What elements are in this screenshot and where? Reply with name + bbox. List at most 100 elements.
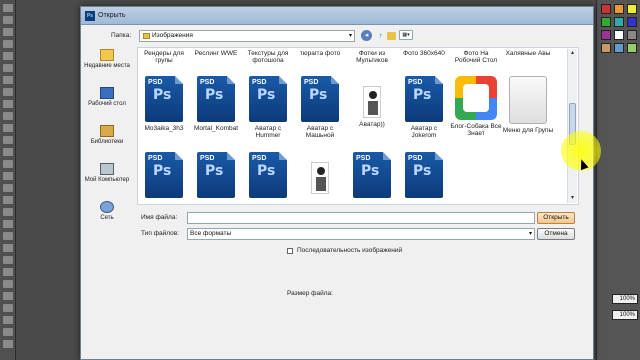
place-desktop[interactable]: Рабочий стол <box>83 85 131 123</box>
file-item[interactable]: Блог-Собака Все Знает <box>450 76 502 139</box>
tool-icon[interactable] <box>3 208 13 216</box>
tool-icon[interactable] <box>3 328 13 336</box>
color-swatch[interactable] <box>601 4 611 14</box>
tool-icon[interactable] <box>3 232 13 240</box>
color-swatch[interactable] <box>601 17 611 27</box>
file-item[interactable]: PSD Ps Аватар с Машьной <box>294 76 346 139</box>
tool-icon[interactable] <box>3 28 13 36</box>
tool-icon[interactable] <box>3 184 13 192</box>
folder-item[interactable]: Реслинг WWE <box>190 50 242 64</box>
place-label: Сеть <box>100 215 114 221</box>
color-swatch[interactable] <box>614 30 624 40</box>
folder-item[interactable]: Фотки из Мультиков <box>346 50 398 64</box>
network-icon <box>100 201 114 213</box>
file-item[interactable]: Аватар)) <box>346 76 398 139</box>
tool-icon[interactable] <box>3 172 13 180</box>
open-button[interactable]: Открыть <box>537 212 575 224</box>
file-item[interactable]: PSD Ps Аватар с Jokerom <box>398 76 450 139</box>
folder-item[interactable]: Текстуры для фотошопа <box>242 50 294 64</box>
opacity-field[interactable]: 100% <box>612 294 638 304</box>
color-swatch[interactable] <box>614 43 624 53</box>
vertical-scrollbar[interactable]: ▴ ▾ <box>567 49 577 203</box>
tool-icon[interactable] <box>3 4 13 12</box>
file-item[interactable]: PSD Ps Аватар с Hummer <box>242 76 294 139</box>
file-item[interactable]: PSD Ps <box>190 152 242 198</box>
open-file-dialog: Ps Открыть Папка: Изображения ▾ ◂ ↑ ▦▾ Н… <box>80 6 601 360</box>
cancel-button[interactable]: Отмена <box>537 228 575 240</box>
image-sequence-checkbox[interactable] <box>287 247 293 254</box>
folder-value: Изображения <box>152 32 193 39</box>
tool-icon[interactable] <box>3 292 13 300</box>
folder-row: Папка: Изображения ▾ ◂ ↑ ▦▾ <box>81 29 593 43</box>
tool-icon[interactable] <box>3 304 13 312</box>
color-swatch[interactable] <box>601 30 611 40</box>
tool-icon[interactable] <box>3 340 13 348</box>
folder-item[interactable]: Фото На Робочий Стол <box>450 50 502 64</box>
image-sequence-option[interactable]: Последовательность изображений <box>287 247 402 254</box>
folder-dropdown[interactable]: Изображения ▾ <box>139 30 355 42</box>
back-button[interactable]: ◂ <box>361 30 372 41</box>
color-swatch[interactable] <box>627 4 637 14</box>
tool-icon[interactable] <box>3 244 13 252</box>
dialog-title-bar[interactable]: Ps Открыть <box>81 7 593 25</box>
file-item[interactable] <box>294 152 346 198</box>
tool-icon[interactable] <box>3 148 13 156</box>
place-libraries[interactable]: Библиотеки <box>83 123 131 161</box>
color-swatch[interactable] <box>614 4 624 14</box>
file-item[interactable]: Меню для Групы <box>502 76 554 139</box>
folder-item[interactable]: Рендеры для групы <box>138 50 190 64</box>
tool-icon[interactable] <box>3 112 13 120</box>
tool-icon[interactable] <box>3 88 13 96</box>
tool-icon[interactable] <box>3 280 13 288</box>
color-swatch[interactable] <box>627 30 637 40</box>
folder-label: Папка: <box>111 32 132 39</box>
color-swatch[interactable] <box>601 43 611 53</box>
filetype-dropdown[interactable]: Все форматы ▾ <box>187 228 535 240</box>
tool-icon[interactable] <box>3 256 13 264</box>
tool-icon[interactable] <box>3 316 13 324</box>
folder-item[interactable]: тюрагга фото <box>294 50 346 64</box>
place-label: Недавние места <box>84 63 130 69</box>
file-item[interactable]: PSD Ps <box>138 152 190 198</box>
chevron-down-icon: ▾ <box>348 33 352 39</box>
file-item[interactable]: PSD Ps <box>346 152 398 198</box>
tool-icon[interactable] <box>3 16 13 24</box>
file-size-label: Размер файла: <box>287 290 333 297</box>
filename-input[interactable] <box>187 212 535 224</box>
tool-icon[interactable] <box>3 52 13 60</box>
tool-icon[interactable] <box>3 76 13 84</box>
file-item[interactable]: PSD Ps <box>398 152 450 198</box>
folder-item[interactable]: Халявные Авы <box>502 50 554 64</box>
color-swatch[interactable] <box>627 17 637 27</box>
up-folder-button[interactable]: ↑ <box>375 30 386 41</box>
tool-icon[interactable] <box>3 100 13 108</box>
tool-icon[interactable] <box>3 124 13 132</box>
tool-icon[interactable] <box>3 64 13 72</box>
file-list: Рендеры для групы Реслинг WWE Текстуры д… <box>137 47 579 205</box>
vk-dog-thumbnail-icon <box>455 76 497 120</box>
tool-icon[interactable] <box>3 160 13 168</box>
folder-item[interactable]: Фото 360х640 <box>398 50 450 64</box>
new-folder-button[interactable] <box>387 32 396 40</box>
tool-icon[interactable] <box>3 136 13 144</box>
fill-field[interactable]: 100% <box>612 310 638 320</box>
file-item[interactable]: PSD Ps <box>242 152 294 198</box>
color-swatch[interactable] <box>627 43 637 53</box>
scroll-up-icon[interactable]: ▴ <box>568 49 577 58</box>
color-swatch[interactable] <box>614 17 624 27</box>
scroll-down-icon[interactable]: ▾ <box>568 194 577 203</box>
tool-icon[interactable] <box>3 196 13 204</box>
view-menu-button[interactable]: ▦▾ <box>399 30 413 40</box>
tool-icon[interactable] <box>3 220 13 228</box>
place-network[interactable]: Сеть <box>83 199 131 237</box>
psd-file-icon: PSD Ps <box>145 76 183 122</box>
tool-icon[interactable] <box>3 268 13 276</box>
tool-icon[interactable] <box>3 40 13 48</box>
file-name: Mortal_Kombat <box>193 125 239 132</box>
file-item[interactable]: PSD Ps Mo3aika_3h3 <box>138 76 190 139</box>
place-computer[interactable]: Мой Компьютер <box>83 161 131 199</box>
file-item[interactable]: PSD Ps Mortal_Kombat <box>190 76 242 139</box>
places-bar: Недавние места Рабочий стол Библиотеки М… <box>83 47 131 239</box>
place-recent[interactable]: Недавние места <box>83 47 131 85</box>
computer-icon <box>100 163 114 175</box>
